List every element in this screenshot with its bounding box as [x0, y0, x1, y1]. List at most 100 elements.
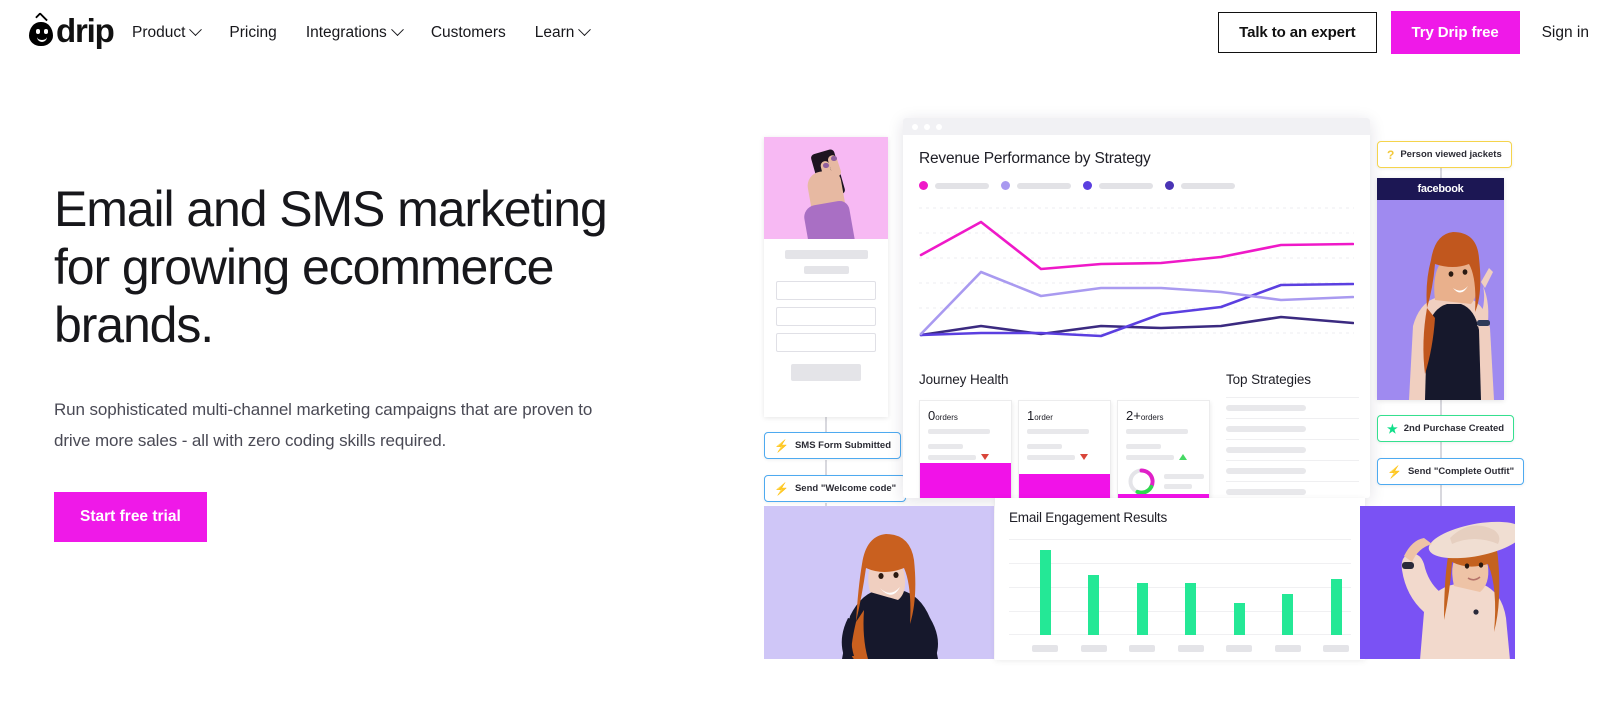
form-input-field[interactable]	[776, 307, 876, 326]
bar-column	[1021, 550, 1070, 635]
revenue-chart-svg	[919, 207, 1354, 338]
journey-placeholder-bar	[1126, 454, 1174, 460]
facebook-ad-card: facebook	[1377, 178, 1504, 400]
bar-label-placeholder	[1080, 645, 1107, 652]
nav-item-learn[interactable]: Learn	[533, 18, 592, 48]
journey-card-2plus-orders[interactable]: 2+orders	[1117, 400, 1210, 498]
chip-label: Person viewed jackets	[1400, 149, 1502, 160]
signup-form-mockup	[764, 239, 888, 381]
connector-line	[825, 417, 827, 433]
header-actions: Talk to an expert Try Drip free Sign in	[1218, 0, 1589, 65]
engagement-bar[interactable]	[1185, 583, 1197, 635]
chip-person-viewed-jackets[interactable]: ? Person viewed jackets	[1377, 141, 1512, 168]
nav-label: Pricing	[229, 23, 277, 41]
bar-label-column	[1312, 645, 1361, 652]
journey-donut-row	[1118, 460, 1209, 497]
window-dot-maximize[interactable]	[936, 123, 942, 130]
engagement-bar[interactable]	[1330, 579, 1342, 635]
legend-item[interactable]	[1001, 181, 1071, 190]
donut-chart-icon	[1128, 468, 1155, 495]
engagement-bar[interactable]	[1088, 575, 1100, 635]
top-strategies-title: Top Strategies	[1226, 372, 1311, 387]
window-dot-minimize[interactable]	[924, 123, 930, 130]
trend-down-icon	[981, 454, 989, 460]
journey-card-value: 2+orders	[1126, 408, 1201, 423]
nav-label: Learn	[534, 23, 575, 41]
nav-item-pricing[interactable]: Pricing	[227, 18, 278, 48]
journey-card-0-orders[interactable]: 0orders	[919, 400, 1012, 498]
chip-sms-form-submitted[interactable]: ⚡ SMS Form Submitted	[764, 432, 902, 459]
chip-send-complete-outfit[interactable]: ⚡ Send "Complete Outfit"	[1377, 458, 1525, 485]
woman-pointing-illustration	[1409, 232, 1494, 400]
chip-send-welcome-code[interactable]: ⚡ Send "Welcome code"	[764, 475, 907, 502]
bar-label-column	[1118, 645, 1167, 652]
bar-label-column	[1070, 645, 1119, 652]
journey-card-value: 1order	[1027, 408, 1102, 423]
revenue-chart-legend	[919, 181, 1354, 190]
journey-placeholder-bar	[928, 429, 990, 434]
strategy-row[interactable]	[1226, 418, 1359, 439]
bar-label-placeholder	[1226, 645, 1253, 652]
dashboard-window: Revenue Performance by Strategy Journey …	[903, 118, 1370, 498]
journey-placeholder-bar	[928, 444, 963, 449]
woman-with-hat-illustration	[1401, 521, 1515, 659]
nav-item-product[interactable]: Product	[130, 18, 203, 48]
woman-pointing-photo	[1409, 232, 1494, 400]
journey-card-1-order[interactable]: 1order	[1018, 400, 1111, 498]
connector-line	[825, 460, 827, 476]
hero-subtitle: Run sophisticated multi-channel marketin…	[54, 400, 593, 450]
strategy-name-placeholder	[1226, 405, 1306, 411]
bar-column	[1167, 583, 1216, 635]
legend-item[interactable]	[919, 181, 989, 190]
sign-in-link[interactable]: Sign in	[1542, 24, 1589, 42]
dashboard-lower-panels: Journey Health 0orders 1order 2+orders T…	[919, 372, 1359, 498]
phone-hand-photo	[764, 137, 888, 239]
journey-card-header: 1order	[1019, 401, 1110, 460]
woman-hat-card	[1360, 506, 1515, 659]
logo-face-shape	[29, 21, 53, 46]
form-title-placeholder	[784, 250, 868, 259]
chip-label: 2nd Purchase Created	[1403, 423, 1505, 434]
journey-placeholder-bar	[1126, 429, 1188, 434]
logo-eye-left	[36, 28, 40, 34]
window-dot-close[interactable]	[912, 123, 918, 130]
form-input-field[interactable]	[776, 333, 876, 352]
strategy-row[interactable]	[1226, 397, 1359, 418]
engagement-bar[interactable]	[1039, 550, 1051, 635]
strategy-row[interactable]	[1226, 481, 1359, 498]
legend-item[interactable]	[1083, 181, 1153, 190]
chip-2nd-purchase-created[interactable]: ★ 2nd Purchase Created	[1377, 415, 1515, 442]
form-input-field[interactable]	[776, 281, 876, 300]
drip-logo-icon	[27, 11, 57, 47]
facebook-header-label: facebook	[1377, 178, 1504, 200]
woman-with-hat-photo	[1401, 521, 1515, 659]
talk-to-expert-button[interactable]: Talk to an expert	[1218, 12, 1377, 53]
legend-dot-series-2	[1001, 181, 1010, 190]
dashboard-content: Revenue Performance by Strategy Journey …	[903, 135, 1370, 498]
journey-placeholder-bar	[1027, 444, 1062, 449]
journey-value-unit: orders	[1140, 413, 1164, 422]
journey-value-number: 2+	[1126, 408, 1141, 423]
journey-fill-bar	[920, 463, 1011, 498]
top-strategies-list	[1226, 397, 1359, 498]
legend-dot-series-4	[1165, 181, 1174, 190]
strategy-row[interactable]	[1226, 439, 1359, 460]
bar-label-column	[1167, 645, 1216, 652]
engagement-bar[interactable]	[1233, 603, 1245, 635]
window-title-bar	[903, 118, 1370, 135]
legend-item[interactable]	[1165, 181, 1235, 190]
trend-down-icon	[1080, 454, 1088, 460]
trend-up-icon	[1179, 454, 1187, 460]
journey-card-value: 0orders	[928, 408, 1003, 423]
try-drip-free-button[interactable]: Try Drip free	[1390, 11, 1520, 54]
nav-item-customers[interactable]: Customers	[429, 18, 508, 48]
form-submit-placeholder[interactable]	[791, 364, 861, 381]
engagement-bar[interactable]	[1136, 583, 1148, 635]
nav-item-integrations[interactable]: Integrations	[304, 18, 404, 48]
main-nav: Product Pricing Integrations Customers L…	[130, 0, 592, 65]
engagement-bar[interactable]	[1282, 594, 1294, 635]
strategy-row[interactable]	[1226, 460, 1359, 481]
engagement-bar-labels	[1021, 645, 1361, 652]
start-free-trial-button[interactable]: Start free trial	[54, 492, 207, 542]
drip-logo[interactable]: drip	[27, 11, 115, 47]
